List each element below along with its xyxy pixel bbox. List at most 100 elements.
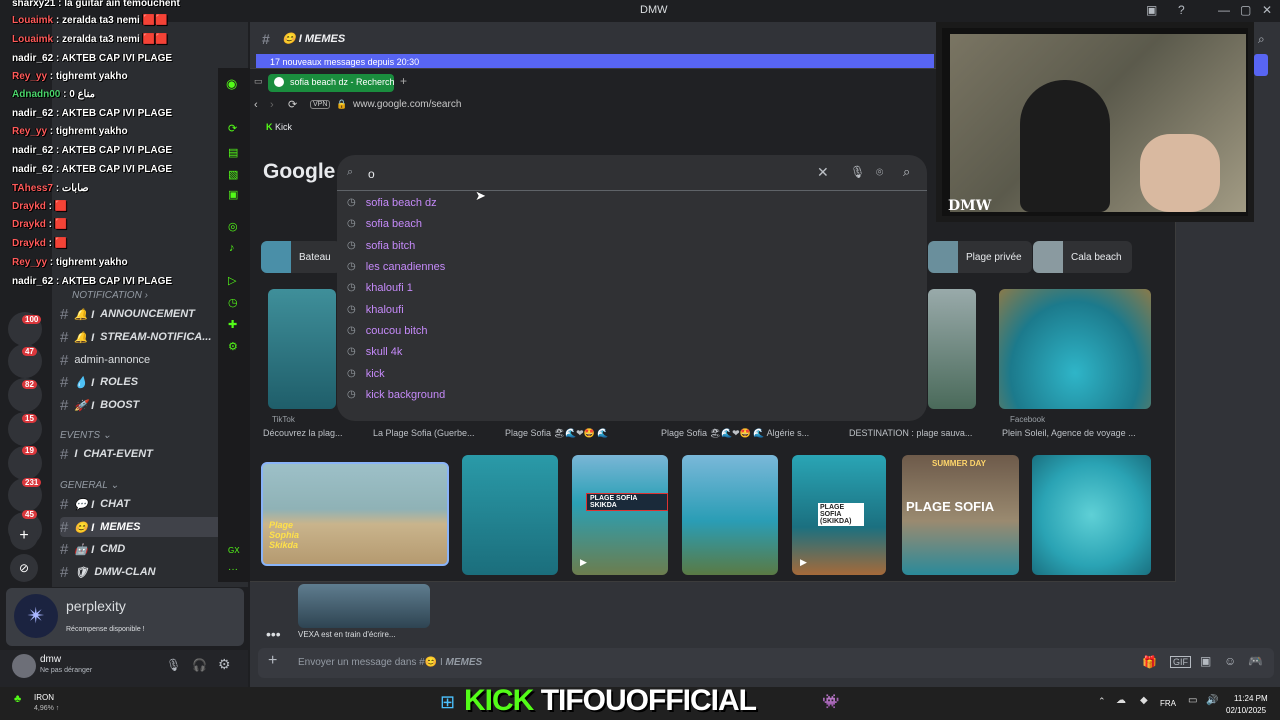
promo-card[interactable]: ✴ perplexity Récompense disponible ! <box>6 588 244 646</box>
extensions-icon[interactable]: ✚ <box>228 318 237 331</box>
search-input[interactable]: o <box>368 167 375 181</box>
tray-app-icon[interactable]: ◆ <box>1140 695 1148 706</box>
clock-time[interactable]: 11:24 PM <box>1234 694 1268 703</box>
suggestion-item[interactable]: ◷ skull 4k <box>347 341 402 362</box>
app-icon[interactable]: 👾 <box>822 693 839 710</box>
gx-icon[interactable]: GX <box>228 546 240 555</box>
language-indicator[interactable]: FRA <box>1160 699 1176 708</box>
suggestion-item[interactable]: ◷ les canadiennes <box>347 256 445 277</box>
image-result[interactable] <box>462 455 558 575</box>
suggestion-item[interactable]: ◷ sofia bitch <box>347 235 415 256</box>
avatar[interactable] <box>12 654 36 678</box>
image-result[interactable] <box>999 289 1151 409</box>
chat-line: Adnadn00 : 0 مناع <box>12 89 95 100</box>
minimize-button[interactable]: — <box>1218 3 1230 17</box>
suggestion-item[interactable]: ◷ khaloufi <box>347 299 404 320</box>
filter-chip[interactable]: Bateau <box>261 241 341 273</box>
help-icon[interactable]: ? <box>1178 3 1185 17</box>
suggestion-item[interactable]: ◷ khaloufi 1 <box>347 277 413 298</box>
image-result[interactable]: SUMMER DAY PLAGE SOFIA <box>902 455 1019 575</box>
more-icon[interactable]: ··· <box>228 564 238 575</box>
image-label: SUMMER DAY <box>932 459 986 468</box>
channel-roles[interactable]: # 💧 I ROLES <box>60 372 240 392</box>
image-result[interactable]: PLAGE SOFIA (SKIKDA) ▶ <box>792 455 886 575</box>
search-icon[interactable]: ⌕ <box>1258 32 1265 47</box>
volume-icon[interactable]: 🔊 <box>1206 695 1218 706</box>
filter-chip[interactable]: Plage privée <box>928 241 1032 273</box>
channel-dmw-clan[interactable]: # 🛡 DMW-CLAN <box>60 562 240 582</box>
close-button[interactable]: ✕ <box>1262 3 1272 17</box>
suggestion-item[interactable]: ◷ kick <box>347 363 385 384</box>
user-status: Ne pas déranger <box>40 667 93 674</box>
filter-chip[interactable]: Cala beach <box>1033 241 1132 273</box>
add-server-icon[interactable]: + <box>10 522 38 550</box>
back-icon[interactable]: ‹ <box>254 99 258 111</box>
emoji-icon[interactable]: ☺ <box>1224 654 1236 668</box>
suggestion-item[interactable]: ◷ coucou bitch <box>347 320 428 341</box>
image-caption[interactable]: La Plage Sofia (Guerbe... <box>373 428 475 438</box>
start-windows-icon[interactable]: ⊞ <box>440 692 455 713</box>
vpn-badge[interactable]: VPN <box>310 100 331 109</box>
image-caption[interactable]: DESTINATION : plage sauva... <box>849 428 972 438</box>
maximize-button[interactable]: ▢ <box>1240 3 1251 17</box>
image-result[interactable] <box>682 455 778 575</box>
channel-admin-annonce[interactable]: # admin-annonce <box>60 350 240 370</box>
search-submit-icon[interactable]: ⌕ <box>903 164 910 180</box>
channel-boost[interactable]: # 🚀 I BOOST <box>60 395 240 415</box>
reload-icon[interactable]: ⟳ <box>288 98 297 111</box>
tab-search[interactable]: sofia beach dz - Recherch <box>268 74 394 92</box>
display-icon[interactable]: ▭ <box>1188 695 1197 706</box>
forward-icon[interactable]: › <box>270 99 274 111</box>
channel-chat-event[interactable]: # I CHAT-EVENT <box>60 444 240 464</box>
channel-chat[interactable]: # 💬 I CHAT <box>60 494 240 514</box>
sticker-icon[interactable]: ▣ <box>1200 654 1211 668</box>
image-result[interactable] <box>1032 455 1151 575</box>
microphone-icon[interactable]: 🎙 <box>166 658 181 672</box>
image-result[interactable] <box>928 289 976 409</box>
settings-gear-icon[interactable]: ⚙ <box>218 656 231 673</box>
tray-chevron-icon[interactable]: ⌃ <box>1098 696 1106 707</box>
suggestion-item[interactable]: ◷ kick background <box>347 384 445 405</box>
image-caption[interactable]: Plage Sofia 🏖🌊❤🤩 🌊 Algérie s... <box>661 428 809 439</box>
suggestion-item[interactable]: ◷ sofia beach <box>347 213 422 234</box>
channel-stream-notification[interactable]: # 🔔 I STREAM-NOTIFICA... <box>60 327 240 347</box>
suggestion-item[interactable]: ◷ sofia beach dz <box>347 192 437 213</box>
add-attachment-icon[interactable]: + <box>268 652 277 670</box>
inbox-icon[interactable]: ▣ <box>1146 3 1157 17</box>
gif-icon[interactable]: GIF <box>1170 656 1191 668</box>
chat-line: nadir_62 : AKTEB CAP IVI PLAGE <box>12 108 173 119</box>
clock-date[interactable]: 02/10/2025 <box>1226 706 1266 715</box>
headphones-icon[interactable]: 🎧 <box>192 658 207 672</box>
image-result[interactable]: Plage Sophia Skikda <box>261 462 449 566</box>
bookmark-kick[interactable]: K Kick <box>266 122 292 132</box>
channel-announcement[interactable]: # 🔔 I ANNOUNCEMENT <box>60 304 240 324</box>
microphone-icon[interactable]: 🎙 <box>850 165 865 179</box>
image-label: PLAGE SOFIA <box>906 499 995 514</box>
google-logo[interactable]: Google <box>263 160 335 184</box>
category-events[interactable]: EVENTS ⌄ <box>60 430 111 441</box>
gift-icon[interactable]: 🎁 <box>1142 655 1157 669</box>
image-result[interactable]: PLAGE SOFIA SKIKDA ▶ <box>572 455 668 575</box>
channel-cmd[interactable]: # 🤖 I CMD <box>60 539 240 559</box>
channel-memes[interactable]: # 😊 I MEMES <box>60 517 240 537</box>
cloud-icon[interactable]: ☁ <box>1116 695 1126 706</box>
clear-icon[interactable]: ✕ <box>817 164 829 181</box>
apps-icon[interactable]: 🎮 <box>1248 654 1263 668</box>
settings-icon[interactable]: ⚙ <box>228 340 238 353</box>
discover-icon[interactable]: ⊘ <box>10 554 38 582</box>
url-text[interactable]: www.google.com/search <box>353 99 461 110</box>
image-caption[interactable]: Découvrez la plag... <box>263 428 343 438</box>
image-label: PLAGE SOFIA SKIKDA <box>586 493 668 511</box>
image-result[interactable] <box>268 289 336 409</box>
category-general[interactable]: GENERAL ⌄ <box>60 480 119 491</box>
lens-icon[interactable]: ⌾ <box>876 165 883 180</box>
image-caption[interactable]: Plage Sofia 🏖🌊❤🤩 🌊 <box>505 428 609 439</box>
weather-label[interactable]: IRON <box>34 693 54 702</box>
new-tab-button[interactable]: + <box>400 74 407 88</box>
message-composer[interactable]: + Envoyer un message dans #😊 I MEMES 🎁 G… <box>258 648 1274 678</box>
image-caption[interactable]: Plein Soleil, Agence de voyage ... <box>1002 428 1136 438</box>
attachment-preview[interactable] <box>298 584 430 628</box>
chip-thumbnail <box>1033 241 1063 273</box>
weather-icon[interactable]: ♣ <box>14 693 21 705</box>
tab-switcher-icon[interactable]: ▭ <box>254 76 263 87</box>
